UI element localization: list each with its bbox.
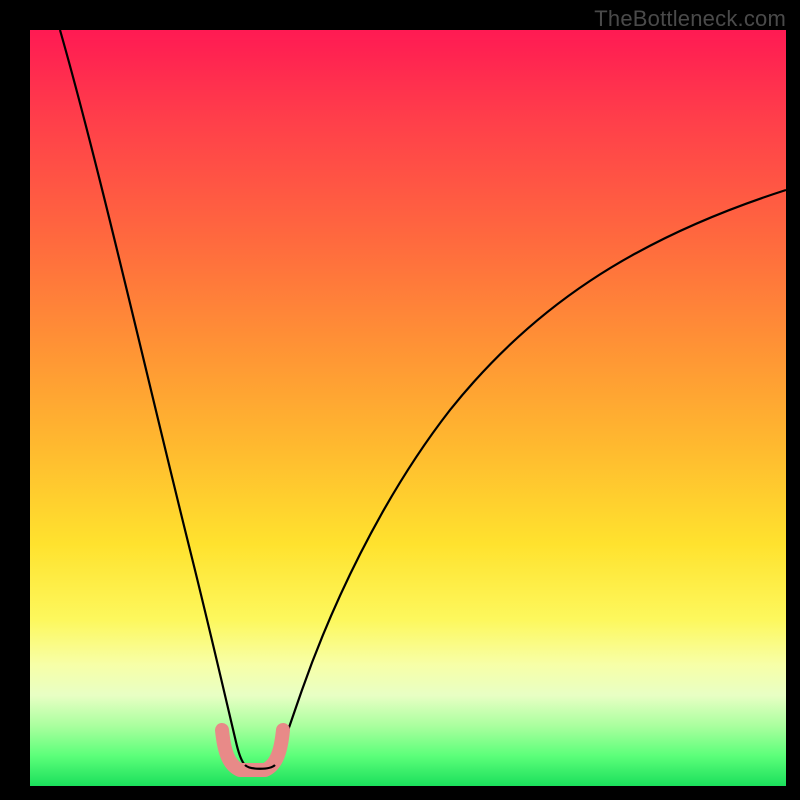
- watermark-text: TheBottleneck.com: [594, 6, 786, 32]
- chart-frame: TheBottleneck.com: [0, 0, 800, 800]
- left-curve: [60, 30, 245, 765]
- curve-layer: [30, 30, 786, 786]
- trough-marker: [222, 730, 283, 770]
- right-curve: [275, 190, 786, 765]
